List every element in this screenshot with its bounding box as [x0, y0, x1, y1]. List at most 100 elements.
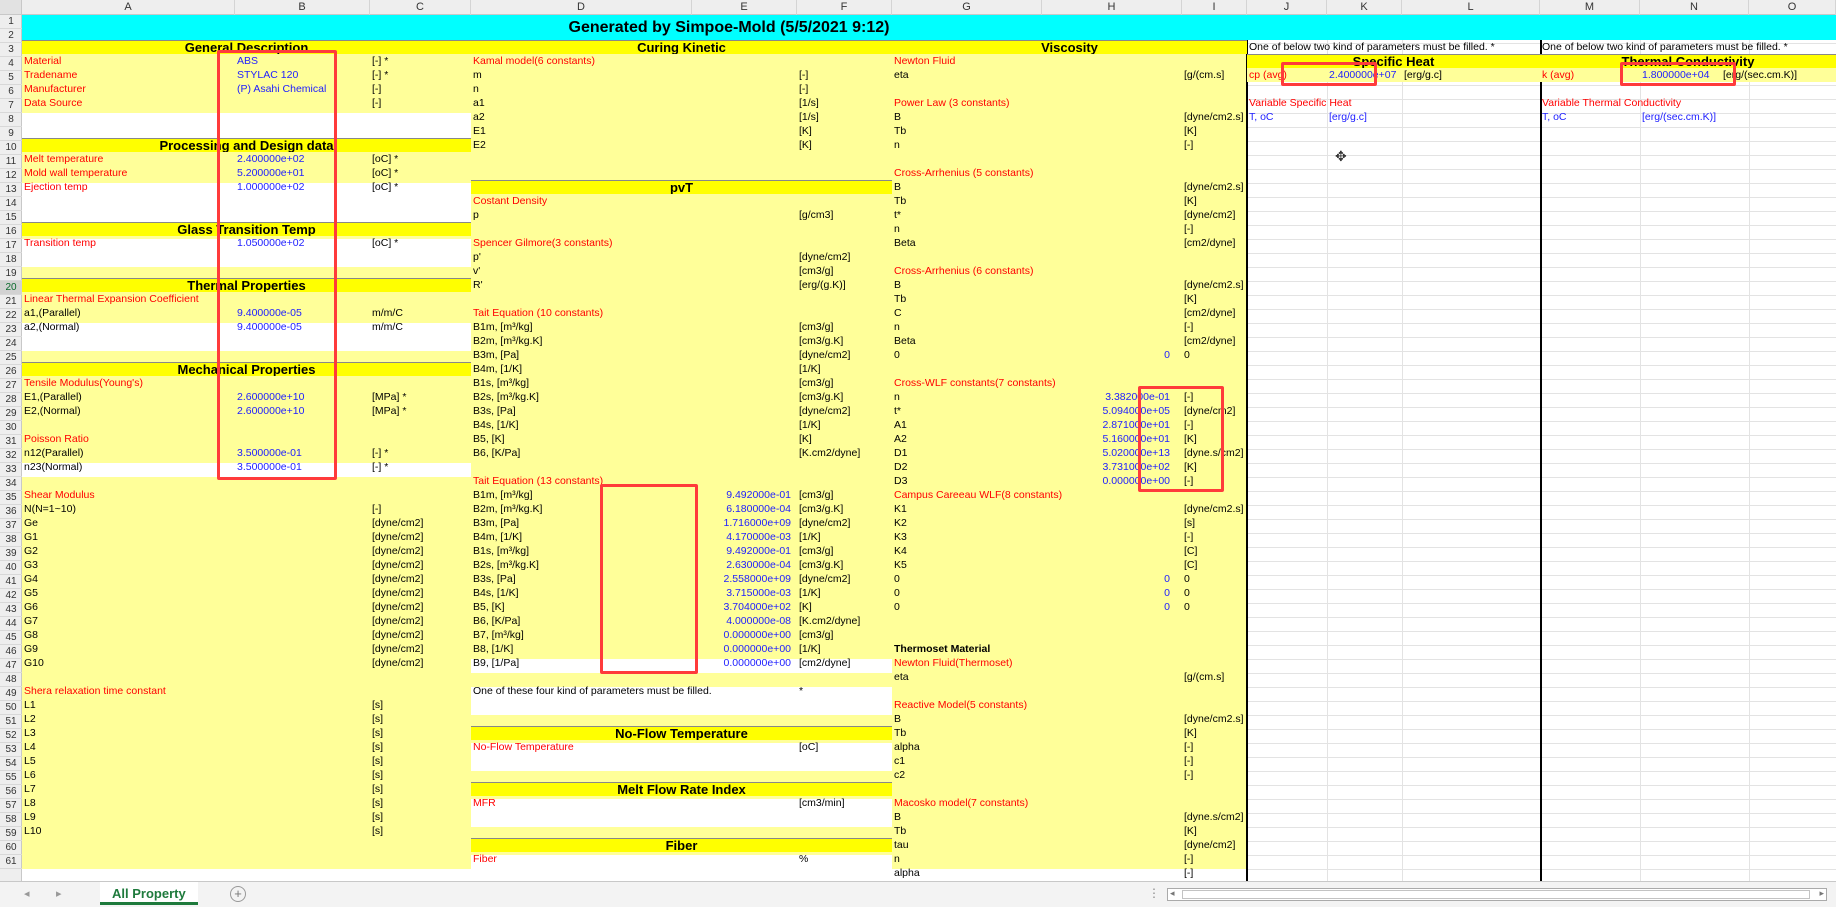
row-header-58[interactable]: 58: [0, 813, 22, 827]
scroll-left-arrow-icon[interactable]: ◂: [1170, 888, 1175, 899]
scrollbar-thumb[interactable]: [1182, 890, 1810, 899]
row-header-37[interactable]: 37: [0, 519, 22, 533]
column-header-d[interactable]: D: [471, 0, 692, 15]
row-header-57[interactable]: 57: [0, 799, 22, 813]
row-header-17[interactable]: 17: [0, 239, 22, 253]
row-header-60[interactable]: 60: [0, 841, 22, 855]
column-header-m[interactable]: M: [1540, 0, 1640, 15]
row-header-55[interactable]: 55: [0, 771, 22, 785]
row-header-6[interactable]: 6: [0, 85, 22, 99]
column-header-b[interactable]: B: [235, 0, 370, 15]
column-header-g[interactable]: G: [892, 0, 1042, 15]
row-header-40[interactable]: 40: [0, 561, 22, 575]
row-header-26[interactable]: 26: [0, 365, 22, 379]
row-header-51[interactable]: 51: [0, 715, 22, 729]
row-header-61[interactable]: 61: [0, 855, 22, 869]
row-header-43[interactable]: 43: [0, 603, 22, 617]
row-header-11[interactable]: 11: [0, 155, 22, 169]
row-header-39[interactable]: 39: [0, 547, 22, 561]
row-header-21[interactable]: 21: [0, 295, 22, 309]
sheet-tab-all-property[interactable]: All Property: [100, 882, 198, 905]
row-header-7[interactable]: 7: [0, 99, 22, 113]
row-header-5[interactable]: 5: [0, 71, 22, 85]
next-sheet-arrow-icon[interactable]: ▸: [56, 887, 62, 900]
row-header-42[interactable]: 42: [0, 589, 22, 603]
column-header-n[interactable]: N: [1640, 0, 1749, 15]
row-header-13[interactable]: 13: [0, 183, 22, 197]
row-header-28[interactable]: 28: [0, 393, 22, 407]
more-options-icon[interactable]: ⋮: [1148, 886, 1160, 900]
column-header-h[interactable]: H: [1042, 0, 1182, 15]
row-header-3[interactable]: 3: [0, 43, 22, 57]
row-header-56[interactable]: 56: [0, 785, 22, 799]
row-header-46[interactable]: 46: [0, 645, 22, 659]
row-header-54[interactable]: 54: [0, 757, 22, 771]
row-header-12[interactable]: 12: [0, 169, 22, 183]
row-header-27[interactable]: 27: [0, 379, 22, 393]
row-header-14[interactable]: 14: [0, 197, 22, 211]
select-all-corner[interactable]: [0, 0, 22, 15]
sheet-grid[interactable]: Generated by Simpoe-Mold (5/5/2021 9:12)…: [22, 15, 1836, 881]
row-header-24[interactable]: 24: [0, 337, 22, 351]
row-header-2[interactable]: 2: [0, 29, 22, 43]
tait13-value[interactable]: 3.704000e+02: [692, 600, 791, 614]
row-header-33[interactable]: 33: [0, 463, 22, 477]
row-header-10[interactable]: 10: [0, 141, 22, 155]
add-sheet-icon[interactable]: +: [230, 886, 246, 902]
row-header-32[interactable]: 32: [0, 449, 22, 463]
row-header-29[interactable]: 29: [0, 407, 22, 421]
tait13-value[interactable]: 2.558000e+09: [692, 572, 791, 586]
campus-wlf-value[interactable]: 0: [1042, 586, 1170, 600]
row-header-45[interactable]: 45: [0, 631, 22, 645]
row-header-36[interactable]: 36: [0, 505, 22, 519]
column-header-f[interactable]: F: [797, 0, 892, 15]
tait13-value[interactable]: 4.170000e-03: [692, 530, 791, 544]
column-header-o[interactable]: O: [1749, 0, 1836, 15]
horizontal-scrollbar[interactable]: ◂ ▸: [1167, 888, 1827, 901]
row-header-48[interactable]: 48: [0, 673, 22, 687]
row-header-41[interactable]: 41: [0, 575, 22, 589]
row-header-15[interactable]: 15: [0, 211, 22, 225]
tait13-value[interactable]: 1.716000e+09: [692, 516, 791, 530]
row-header-23[interactable]: 23: [0, 323, 22, 337]
row-header-4[interactable]: 4: [0, 57, 22, 71]
column-header-i[interactable]: I: [1182, 0, 1247, 15]
row-header-20[interactable]: 20: [0, 281, 22, 295]
column-header-l[interactable]: L: [1402, 0, 1540, 15]
row-header-34[interactable]: 34: [0, 477, 22, 491]
row-header-30[interactable]: 30: [0, 421, 22, 435]
prev-sheet-arrow-icon[interactable]: ◂: [24, 887, 30, 900]
row-header-31[interactable]: 31: [0, 435, 22, 449]
cross-arrhenius6-value[interactable]: 0: [1042, 348, 1170, 362]
tait13-value[interactable]: 2.630000e-04: [692, 558, 791, 572]
row-header-8[interactable]: 8: [0, 113, 22, 127]
row-header-53[interactable]: 53: [0, 743, 22, 757]
row-header-35[interactable]: 35: [0, 491, 22, 505]
column-header-j[interactable]: J: [1247, 0, 1327, 15]
row-header-19[interactable]: 19: [0, 267, 22, 281]
row-header-9[interactable]: 9: [0, 127, 22, 141]
tait13-value[interactable]: 6.180000e-04: [692, 502, 791, 516]
column-header-e[interactable]: E: [692, 0, 797, 15]
tait13-value[interactable]: 3.715000e-03: [692, 586, 791, 600]
row-header-50[interactable]: 50: [0, 701, 22, 715]
campus-wlf-value[interactable]: 0: [1042, 600, 1170, 614]
row-header-1[interactable]: 1: [0, 15, 22, 29]
tait13-value[interactable]: 9.492000e-01: [692, 488, 791, 502]
column-header-c[interactable]: C: [370, 0, 471, 15]
row-header-38[interactable]: 38: [0, 533, 22, 547]
row-header-52[interactable]: 52: [0, 729, 22, 743]
row-header-49[interactable]: 49: [0, 687, 22, 701]
row-header-25[interactable]: 25: [0, 351, 22, 365]
row-header-47[interactable]: 47: [0, 659, 22, 673]
row-header-18[interactable]: 18: [0, 253, 22, 267]
row-header-44[interactable]: 44: [0, 617, 22, 631]
row-header-59[interactable]: 59: [0, 827, 22, 841]
tait13-value[interactable]: 0.000000e+00: [692, 642, 791, 656]
tait13-value[interactable]: 4.000000e-08: [692, 614, 791, 628]
column-header-a[interactable]: A: [22, 0, 235, 15]
scroll-right-arrow-icon[interactable]: ▸: [1819, 888, 1824, 899]
row-header-22[interactable]: 22: [0, 309, 22, 323]
row-header-16[interactable]: 16: [0, 225, 22, 239]
tait13-value[interactable]: 0.000000e+00: [692, 628, 791, 642]
